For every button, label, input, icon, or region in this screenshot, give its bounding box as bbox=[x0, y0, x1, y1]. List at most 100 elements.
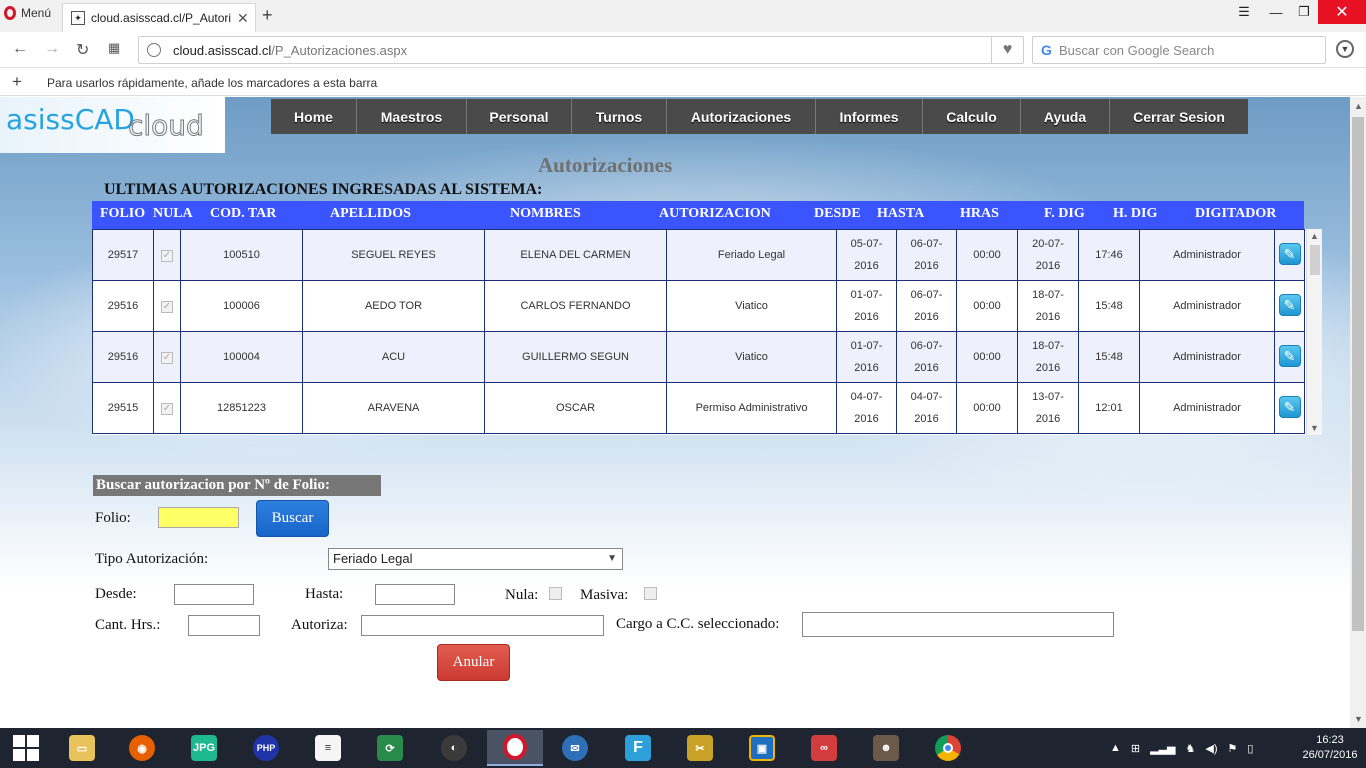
edit-pencil-icon[interactable]: ✎ bbox=[1278, 345, 1301, 367]
tray-user-icon[interactable]: ♞ bbox=[1186, 742, 1196, 755]
tray-expand-icon[interactable]: ▲ bbox=[1110, 742, 1121, 754]
table-row[interactable]: 29516 ✓ 100004 ACU GUILLERMO SEGUN Viati… bbox=[92, 331, 1305, 383]
taskbar-excel-sync[interactable]: ⟳ bbox=[362, 730, 418, 766]
nula-checkbox[interactable]: ✓ bbox=[161, 352, 173, 364]
cargo-cc-input[interactable] bbox=[802, 612, 1114, 637]
scroll-up-icon[interactable]: ▲ bbox=[1354, 101, 1363, 111]
bookmark-heart-icon[interactable]: ♥ bbox=[991, 37, 1023, 63]
taskbar-chrome[interactable] bbox=[920, 730, 976, 766]
nula-checkbox[interactable]: ✓ bbox=[161, 301, 173, 313]
nula-checkbox[interactable]: ✓ bbox=[161, 250, 173, 262]
hasta-input[interactable] bbox=[375, 584, 455, 605]
nav-autorizaciones[interactable]: Autorizaciones bbox=[667, 99, 816, 134]
masiva-checkbox[interactable] bbox=[644, 587, 657, 600]
scroll-down-icon[interactable]: ▼ bbox=[1310, 423, 1319, 433]
cell-autorizacion: Viatico bbox=[666, 280, 837, 332]
tab-title: cloud.asisscad.cl/P_Autoriz bbox=[91, 11, 231, 25]
taskbar-infinity[interactable]: ∞ bbox=[796, 730, 852, 766]
folio-input[interactable] bbox=[158, 507, 239, 528]
nav-calculo[interactable]: Calculo bbox=[923, 99, 1021, 134]
speed-dial-icon[interactable]: ▦ bbox=[108, 40, 120, 56]
page-scroll-thumb[interactable] bbox=[1352, 117, 1364, 631]
taskbar-virtualbox[interactable]: ▣ bbox=[734, 730, 790, 766]
nav-informes[interactable]: Informes bbox=[816, 99, 923, 134]
page-viewport: asissCAD cloud Home Maestros Personal Tu… bbox=[0, 97, 1350, 728]
cell-digitador: Administrador bbox=[1139, 331, 1275, 383]
col-digitador: DIGITADOR bbox=[1195, 206, 1277, 221]
scroll-thumb[interactable] bbox=[1310, 245, 1320, 275]
minimize-button[interactable]: — bbox=[1262, 0, 1290, 24]
table-scrollbar[interactable]: ▲ ▼ bbox=[1306, 229, 1322, 435]
logo-text-cloud: cloud bbox=[128, 109, 205, 143]
close-tab-icon[interactable]: ✕ bbox=[237, 10, 249, 27]
table-row[interactable]: 29516 ✓ 100006 AEDO TOR CARLOS FERNANDO … bbox=[92, 280, 1305, 332]
taskbar-jpg-viewer[interactable]: JPG bbox=[176, 730, 232, 766]
start-button[interactable] bbox=[0, 728, 52, 768]
taskbar-flash[interactable]: F bbox=[610, 730, 666, 766]
cell-folio: 29517 bbox=[92, 229, 154, 281]
nav-turnos[interactable]: Turnos bbox=[572, 99, 667, 134]
add-bookmark-icon[interactable]: + bbox=[12, 72, 22, 92]
anular-button[interactable]: Anular bbox=[437, 644, 510, 681]
close-window-button[interactable]: ✕ bbox=[1318, 0, 1366, 24]
cell-desde: 05-07- 2016 bbox=[836, 229, 897, 281]
flag-icon[interactable]: ⚑ bbox=[1228, 742, 1238, 755]
opera-menu-button[interactable]: Menú bbox=[0, 0, 60, 26]
desde-input[interactable] bbox=[174, 584, 254, 605]
table-row[interactable]: 29515 ✓ 12851223 ARAVENA OSCAR Permiso A… bbox=[92, 382, 1305, 434]
back-icon[interactable]: ← bbox=[12, 40, 28, 58]
extension-icon[interactable]: ▼ bbox=[1336, 40, 1354, 58]
search-input[interactable]: G Buscar con Google Search bbox=[1032, 36, 1326, 64]
game-icon: ☻ bbox=[873, 735, 899, 761]
php-icon: PHP bbox=[253, 735, 279, 761]
nav-cerrar-sesion[interactable]: Cerrar Sesion bbox=[1110, 99, 1248, 134]
taskbar-clock[interactable]: 16:23 26/07/2016 bbox=[1300, 733, 1360, 763]
col-hasta: HASTA bbox=[877, 206, 925, 221]
taskbar-document[interactable]: ≡ bbox=[300, 730, 356, 766]
buscar-button[interactable]: Buscar bbox=[256, 500, 329, 537]
edit-pencil-icon[interactable]: ✎ bbox=[1278, 294, 1301, 316]
cell-f-dig: 18-07- 2016 bbox=[1017, 280, 1079, 332]
taskbar-tools[interactable]: ✂ bbox=[672, 730, 728, 766]
nav-personal[interactable]: Personal bbox=[467, 99, 572, 134]
tray-app-icon[interactable]: ⊞ bbox=[1131, 742, 1140, 755]
browser-tab[interactable]: ✦ cloud.asisscad.cl/P_Autoriz ✕ bbox=[62, 3, 256, 32]
address-bar: ← → ↻ ▦ cloud.asisscad.cl/P_Autorizacion… bbox=[0, 32, 1366, 68]
maximize-button[interactable]: ❐ bbox=[1290, 0, 1318, 24]
taskbar-php[interactable]: PHP bbox=[238, 730, 294, 766]
reload-icon[interactable]: ↻ bbox=[76, 40, 89, 60]
cant-hrs-input[interactable] bbox=[188, 615, 260, 636]
edit-pencil-icon[interactable]: ✎ bbox=[1278, 243, 1301, 265]
nav-home[interactable]: Home bbox=[271, 99, 357, 134]
nula-checkbox[interactable] bbox=[549, 587, 562, 600]
taskbar-firefox[interactable]: ◉ bbox=[114, 730, 170, 766]
autoriza-input[interactable] bbox=[361, 615, 604, 636]
network-signal-icon[interactable]: ▂▃▅ bbox=[1150, 742, 1175, 755]
nav-maestros[interactable]: Maestros bbox=[357, 99, 467, 134]
asisscad-logo[interactable]: asissCAD cloud bbox=[0, 97, 225, 153]
authorizations-table[interactable]: 29517 ✓ 100510 SEGUEL REYES ELENA DEL CA… bbox=[92, 229, 1322, 435]
taskbar-thunderbird[interactable]: ✉ bbox=[547, 730, 603, 766]
cell-desde: 04-07- 2016 bbox=[836, 382, 897, 434]
volume-icon[interactable]: ◀) bbox=[1205, 742, 1217, 755]
battery-icon[interactable]: ▯ bbox=[1247, 742, 1253, 755]
taskbar-dark-app[interactable]: ◐ bbox=[426, 730, 482, 766]
tipo-autorizacion-select[interactable]: Feriado Legal ▼ bbox=[328, 548, 623, 570]
cell-hasta: 06-07- 2016 bbox=[896, 280, 957, 332]
page-scrollbar[interactable]: ▲ ▼ bbox=[1350, 97, 1366, 728]
nula-checkbox[interactable]: ✓ bbox=[161, 403, 173, 415]
table-row[interactable]: 29517 ✓ 100510 SEGUEL REYES ELENA DEL CA… bbox=[92, 229, 1305, 281]
col-autorizacion: AUTORIZACION bbox=[659, 206, 771, 221]
scroll-up-icon[interactable]: ▲ bbox=[1310, 231, 1319, 241]
taskbar-opera[interactable] bbox=[487, 730, 543, 766]
scroll-down-icon[interactable]: ▼ bbox=[1354, 714, 1363, 724]
nav-ayuda[interactable]: Ayuda bbox=[1021, 99, 1110, 134]
cell-nombres: OSCAR bbox=[484, 382, 667, 434]
url-field[interactable]: cloud.asisscad.cl/P_Autorizaciones.aspx … bbox=[138, 36, 1024, 64]
forward-icon[interactable]: → bbox=[44, 40, 60, 58]
edit-pencil-icon[interactable]: ✎ bbox=[1278, 396, 1301, 418]
taskbar-game[interactable]: ☻ bbox=[858, 730, 914, 766]
new-tab-button[interactable]: + bbox=[262, 5, 273, 26]
taskbar-file-explorer[interactable]: ▭ bbox=[54, 730, 110, 766]
browser-menu-icon[interactable]: ☰ bbox=[1230, 0, 1258, 24]
